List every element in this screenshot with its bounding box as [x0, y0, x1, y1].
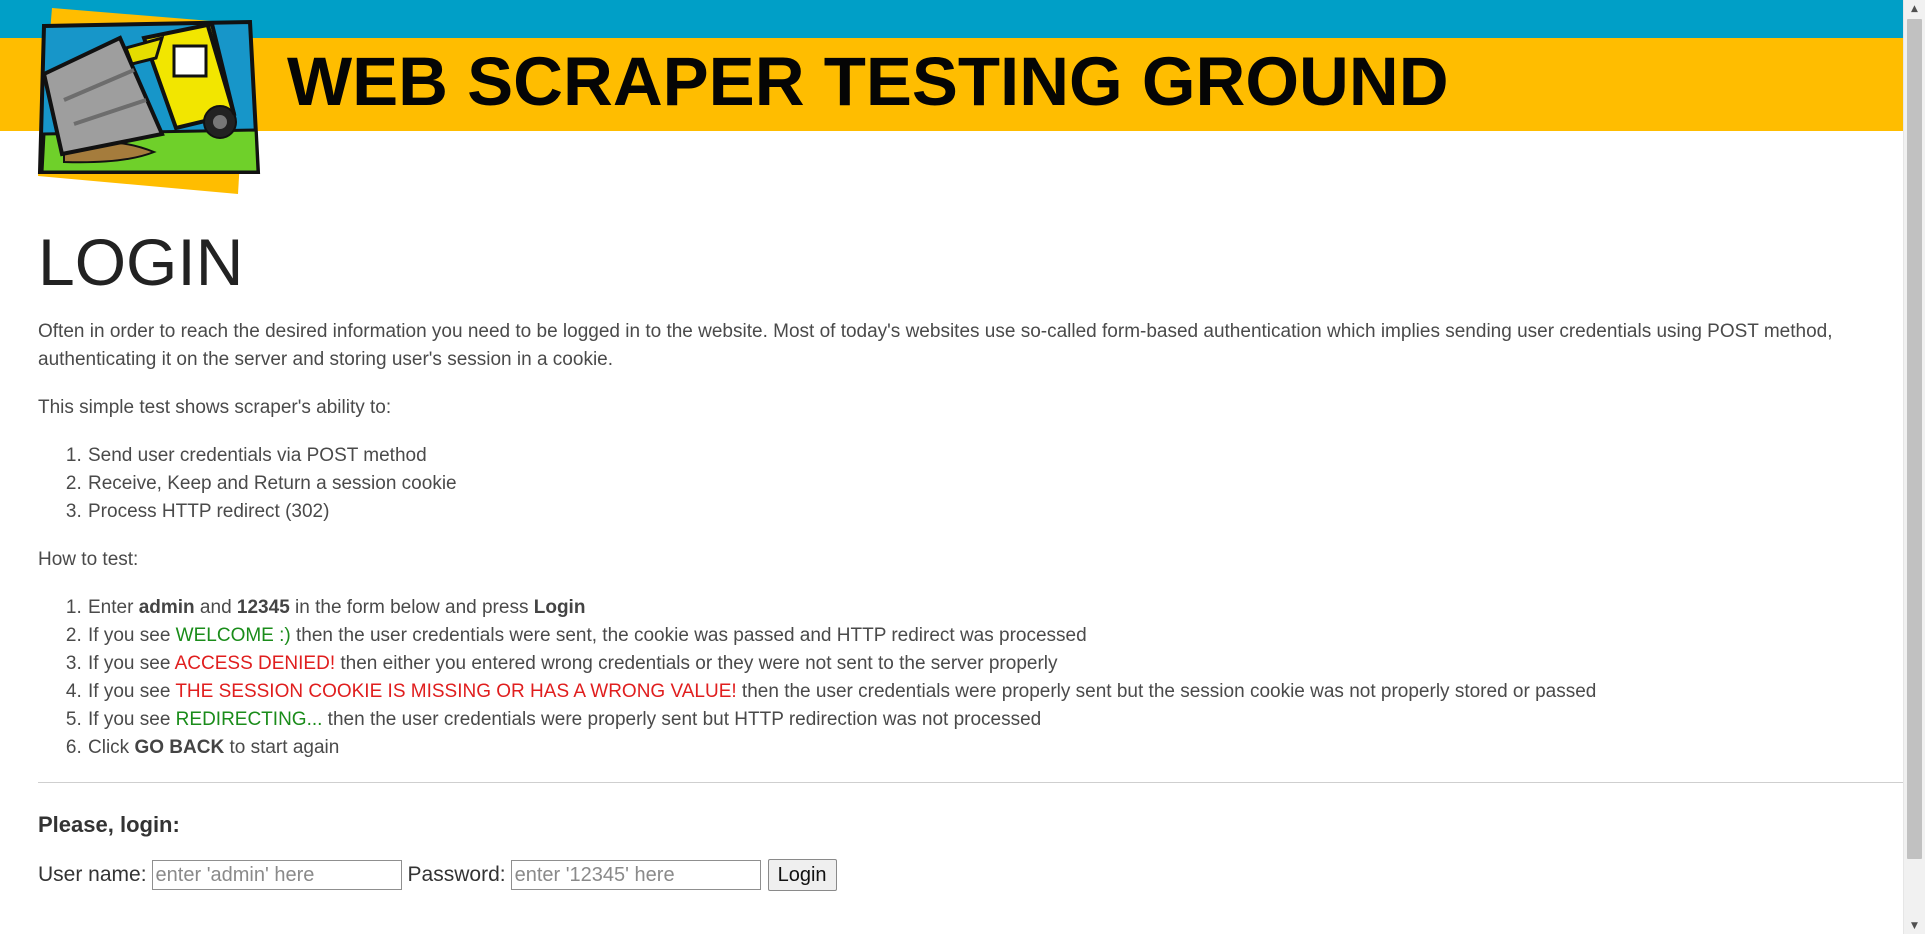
go-back-hint: GO BACK — [134, 737, 225, 758]
username-input[interactable] — [151, 860, 402, 890]
status-welcome: WELCOME :) — [175, 625, 291, 646]
step-text: If you see — [88, 625, 176, 646]
status-redirecting: REDIRECTING... — [175, 709, 323, 730]
list-item: If you see ACCESS DENIED! then either yo… — [87, 650, 1903, 678]
list-item: Enter admin and 12345 in the form below … — [87, 594, 1903, 622]
howto-steps-list: Enter admin and 12345 in the form below … — [38, 594, 1903, 762]
list-item: Process HTTP redirect (302) — [87, 498, 1903, 526]
login-button[interactable]: Login — [767, 859, 837, 891]
vertical-scrollbar[interactable]: ▲ ▼ — [1903, 0, 1925, 934]
intro-paragraph: Often in order to reach the desired info… — [38, 321, 1833, 370]
step-text: in the form below and press — [289, 597, 534, 618]
howto-heading: How to test: — [38, 549, 139, 570]
abilities-list: Send user credentials via POST method Re… — [38, 442, 1903, 526]
site-header: WEB SCRAPER TESTING GROUND — [0, 0, 1903, 194]
login-hint: Login — [533, 597, 586, 618]
step-text: Click — [88, 737, 135, 758]
password-input[interactable] — [510, 860, 761, 890]
divider — [38, 782, 1903, 783]
main-content: LOGIN Often in order to reach the desire… — [38, 222, 1903, 891]
abilities-heading: This simple test shows scraper's ability… — [38, 397, 392, 418]
step-text: If you see — [88, 681, 176, 702]
step-text: then either you entered wrong credential… — [335, 653, 1058, 674]
page: WEB SCRAPER TESTING GROUND LOGIN Often i… — [0, 0, 1903, 934]
step-text: then the user credentials were properly … — [322, 709, 1042, 730]
step-text: If you see — [88, 653, 175, 674]
bulldozer-logo-icon — [37, 8, 261, 194]
step-text: If you see — [88, 709, 176, 730]
status-cookie-missing: THE SESSION COOKIE IS MISSING OR HAS A W… — [175, 681, 737, 702]
list-item: Send user credentials via POST method — [87, 442, 1903, 470]
list-item: If you see REDIRECTING... then the user … — [87, 706, 1903, 734]
password-hint: 12345 — [236, 597, 290, 618]
list-item: If you see WELCOME :) then the user cred… — [87, 622, 1903, 650]
scrollbar-thumb[interactable] — [1907, 19, 1922, 859]
username-hint: admin — [138, 597, 195, 618]
site-title: WEB SCRAPER TESTING GROUND — [287, 43, 1449, 120]
status-access-denied: ACCESS DENIED! — [174, 653, 336, 674]
step-text: then the user credentials were properly … — [736, 681, 1597, 702]
step-text: and — [194, 597, 237, 618]
scroll-down-arrow-icon[interactable]: ▼ — [1904, 917, 1925, 934]
step-text: Enter — [88, 597, 139, 618]
scroll-up-arrow-icon[interactable]: ▲ — [1904, 0, 1925, 17]
header-blue-band — [0, 0, 1903, 38]
step-text: to start again — [224, 737, 340, 758]
list-item: Click GO BACK to start again — [87, 734, 1903, 762]
login-form-heading: Please, login: — [38, 812, 180, 837]
username-label: User name: — [38, 863, 147, 886]
list-item: Receive, Keep and Return a session cooki… — [87, 470, 1903, 498]
password-label: Password: — [407, 863, 506, 886]
step-text: then the user credentials were sent, the… — [290, 625, 1087, 646]
list-item: If you see THE SESSION COOKIE IS MISSING… — [87, 678, 1903, 706]
login-form: User name: Password: Login — [38, 859, 1903, 891]
page-title: LOGIN — [38, 225, 244, 299]
